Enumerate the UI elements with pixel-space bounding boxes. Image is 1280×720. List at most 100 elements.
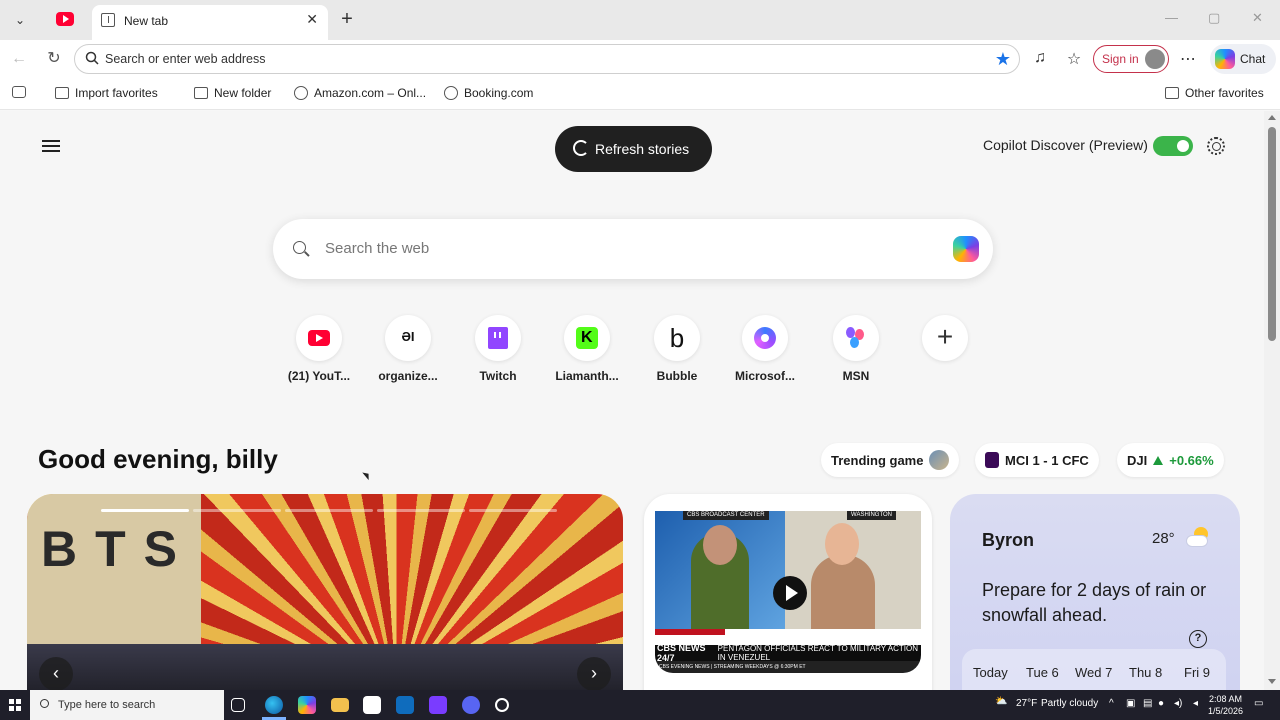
play-icon[interactable] [773,576,807,610]
video-story-card[interactable]: CBS BROADCAST CENTER WASHINGTON LIVE CBS… [644,494,932,690]
forecast-day[interactable]: Today [973,665,1008,680]
stock-pill[interactable]: DJI +0.66% [1117,443,1224,477]
quick-link-youtube[interactable]: (21) YouT... [283,315,355,383]
web-search-box[interactable]: Search the web [273,219,993,279]
copilot-chat-button[interactable]: Chat [1210,44,1276,74]
edge-icon[interactable] [265,696,283,714]
forecast-day[interactable]: Wed 7 [1075,665,1112,680]
favorites-star-icon[interactable]: ☆ [1063,49,1085,69]
copilot-icon[interactable] [953,236,979,262]
quick-link-kick[interactable]: Liamanth... [551,315,623,383]
back-arrow-icon[interactable]: ← [8,48,30,70]
mail-icon[interactable] [396,696,414,714]
copilot-icon[interactable] [298,696,316,714]
volume-icon[interactable]: ◂) [1174,698,1182,709]
other-favorites-label: Other favorites [1185,86,1264,100]
weather-tray-icon[interactable]: ⛅ [995,696,1007,707]
news-ticker: CBS NEWS 24/7 PENTAGON OFFICIALS REACT T… [655,643,921,663]
scroll-up-icon[interactable] [1268,115,1276,120]
weather-card[interactable]: Byron 28° Prepare for 2 days of rain or … [950,494,1240,690]
clock-time: 2:08 AM [1209,694,1243,704]
match-score-pill[interactable]: MCI 1 - 1 CFC [975,443,1099,477]
youtube-tab-icon[interactable] [56,12,74,26]
address-bar[interactable]: Search or enter web address ★ [74,44,1020,74]
forecast-day[interactable]: Tue 6 [1026,665,1059,680]
favorite-amazon[interactable]: Amazon.com – Onl... [294,86,426,100]
app-icon[interactable] [429,696,447,714]
favorite-new-folder[interactable]: New folder [194,86,271,100]
quick-link-label: Twitch [479,369,517,383]
other-favorites[interactable]: Other favorites [1165,86,1264,100]
close-tab-icon[interactable]: ✕ [306,11,318,28]
quick-link-microsoft[interactable]: Microsof... [729,315,801,383]
task-view-icon[interactable] [231,698,245,712]
tab-new-tab[interactable]: New tab ✕ [92,5,328,40]
refresh-icon [573,140,589,156]
speaker-icon[interactable]: ◂ [1193,698,1198,709]
chat-label: Chat [1240,52,1266,66]
help-icon[interactable]: ? [1189,630,1207,648]
microphone-icon[interactable]: ● [1158,698,1164,709]
reload-icon[interactable]: ↻ [43,48,65,70]
close-window-icon[interactable]: ✕ [1252,10,1263,26]
maximize-icon[interactable]: ▢ [1208,10,1220,26]
slide-indicator [469,509,557,512]
favorite-label: Booking.com [464,86,534,100]
next-arrow-icon[interactable]: › [577,657,611,690]
network-icon[interactable]: ▤ [1143,698,1152,709]
notification-icon[interactable]: ▭ [1254,698,1263,709]
hero-crowd-image [27,644,623,690]
greeting-heading: Good evening, billy [38,444,278,474]
forecast-day[interactable]: Fri 9 [1184,665,1210,680]
taskbar-clock[interactable]: 2:08 AM 1/5/2026 [1208,693,1243,717]
forecast-day[interactable]: Thu 8 [1129,665,1162,680]
menu-hamburger-icon[interactable] [42,140,60,152]
refresh-stories-button[interactable]: Refresh stories [555,126,712,172]
new-tab-plus-icon[interactable]: + [336,8,358,30]
previous-arrow-icon[interactable]: ‹ [39,657,73,690]
weather-description: Prepare for 2 days of rain or snowfall a… [982,580,1207,625]
taskbar-search-box[interactable]: Type here to search [30,690,224,720]
file-explorer-icon[interactable] [331,698,349,712]
quick-link-bubble[interactable]: b Bubble [641,315,713,383]
favorite-booking[interactable]: Booking.com [444,86,533,100]
add-quick-link-button[interactable]: + [909,315,981,361]
trending-thumbnail [929,450,950,470]
ticker-headline: PENTAGON OFFICIALS REACT TO MILITARY ACT… [717,644,918,662]
media-note-icon[interactable]: ♫ [1029,49,1051,67]
trending-game-pill[interactable]: Trending game [821,443,960,477]
copilot-icon [1215,49,1235,69]
favorite-import-favorites[interactable]: Import favorites [55,86,158,100]
sign-in-button[interactable]: Sign in [1093,45,1169,73]
minimize-icon[interactable]: — [1165,10,1178,25]
refresh-label: Refresh stories [595,141,690,157]
quick-link-msn[interactable]: MSN [820,315,892,383]
quick-link-organize[interactable]: ƏI organize... [372,315,444,383]
windows-start-icon[interactable] [9,699,21,711]
tab-actions-chevron-icon[interactable]: ⌄ [8,8,32,32]
page-scrollbar[interactable] [1264,111,1280,690]
store-icon[interactable] [363,696,381,714]
hero-story-card[interactable]: BTS ‹ › [27,494,623,690]
up-arrow-icon [1153,455,1164,465]
address-placeholder: Search or enter web address [105,52,266,66]
quick-link-twitch[interactable]: Twitch [462,315,534,383]
copilot-discover-toggle[interactable] [1153,136,1193,156]
favorite-star-icon[interactable]: ★ [995,49,1011,70]
windows-taskbar: Type here to search ⛅ 27°F Partly cloudy… [0,690,1280,720]
globe-icon [294,86,308,100]
scroll-down-icon[interactable] [1268,679,1276,684]
taskbar-weather-desc: Partly cloudy [1041,698,1099,709]
more-options-icon[interactable]: ⋯ [1177,49,1199,69]
sidebar-toggle-icon[interactable] [12,86,26,98]
search-icon [293,241,306,254]
tray-app-icon[interactable]: ▣ [1126,698,1135,709]
tray-overflow-icon[interactable]: ^ [1109,698,1114,709]
chrome-icon[interactable] [495,698,509,712]
scrollbar-thumb[interactable] [1268,127,1276,341]
discord-icon[interactable] [462,696,480,714]
import-icon [55,87,69,99]
live-indicator: LIVE [655,629,725,644]
video-thumbnail: CBS BROADCAST CENTER WASHINGTON LIVE CBS… [655,511,921,673]
settings-gear-icon[interactable] [1207,137,1225,155]
